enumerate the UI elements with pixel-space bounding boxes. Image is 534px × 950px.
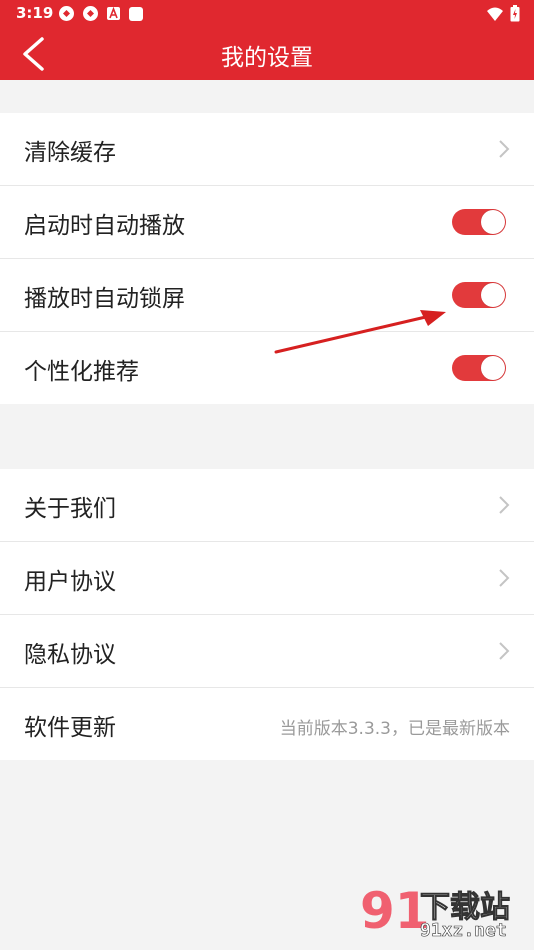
app-notification-icon: [59, 6, 74, 21]
personalized-recommend-label: 个性化推荐: [24, 359, 139, 385]
version-status: 当前版本3.3.3，已是最新版本: [279, 719, 510, 739]
text-notification-icon: [107, 6, 120, 20]
autoplay-row: 启动时自动播放: [0, 186, 534, 259]
privacy-policy-row[interactable]: 隐私协议: [0, 615, 534, 688]
personalized-recommend-row: 个性化推荐: [0, 332, 534, 404]
status-bar: 3:19: [0, 0, 534, 28]
battery-icon: [510, 5, 520, 22]
app-notification-icon: [83, 6, 98, 21]
toggle-knob: [481, 210, 505, 234]
chevron-right-icon: [499, 569, 510, 587]
about-us-label: 关于我们: [24, 496, 116, 522]
wifi-icon: [487, 7, 503, 21]
software-update-label: 软件更新: [24, 715, 116, 741]
user-agreement-row[interactable]: 用户协议: [0, 542, 534, 615]
auto-lock-row: 播放时自动锁屏: [0, 259, 534, 332]
auto-lock-label: 播放时自动锁屏: [24, 286, 185, 312]
chevron-right-icon: [499, 642, 510, 660]
square-notification-icon: [129, 6, 143, 21]
status-time: 3:19: [16, 4, 54, 22]
toggle-knob: [481, 356, 505, 380]
settings-group-about: 关于我们 用户协议 隐私协议 软件更新 当前版本3.3.3，已是最新版本: [0, 469, 534, 760]
personalized-recommend-toggle[interactable]: [452, 355, 506, 381]
annotation-arrow-icon: [274, 310, 446, 354]
watermark: 91 下载站 91xz.net: [354, 878, 534, 950]
chevron-right-icon: [499, 496, 510, 514]
auto-lock-toggle[interactable]: [452, 282, 506, 308]
watermark-url: 91xz.net: [420, 920, 507, 942]
notification-icons: [58, 5, 144, 22]
user-agreement-label: 用户协议: [24, 569, 116, 595]
autoplay-toggle[interactable]: [452, 209, 506, 235]
about-us-row[interactable]: 关于我们: [0, 469, 534, 542]
privacy-policy-label: 隐私协议: [24, 642, 116, 668]
title-bar: 我的设置: [0, 28, 534, 80]
software-update-row[interactable]: 软件更新 当前版本3.3.3，已是最新版本: [0, 688, 534, 760]
toggle-knob: [481, 283, 505, 307]
autoplay-label: 启动时自动播放: [24, 213, 185, 239]
clear-cache-row[interactable]: 清除缓存: [0, 113, 534, 186]
page-title: 我的设置: [221, 45, 313, 71]
settings-group-playback: 清除缓存 启动时自动播放 播放时自动锁屏 个性化推荐: [0, 113, 534, 404]
status-right-icons: [486, 5, 520, 22]
chevron-right-icon: [499, 140, 510, 158]
clear-cache-label: 清除缓存: [24, 140, 116, 166]
